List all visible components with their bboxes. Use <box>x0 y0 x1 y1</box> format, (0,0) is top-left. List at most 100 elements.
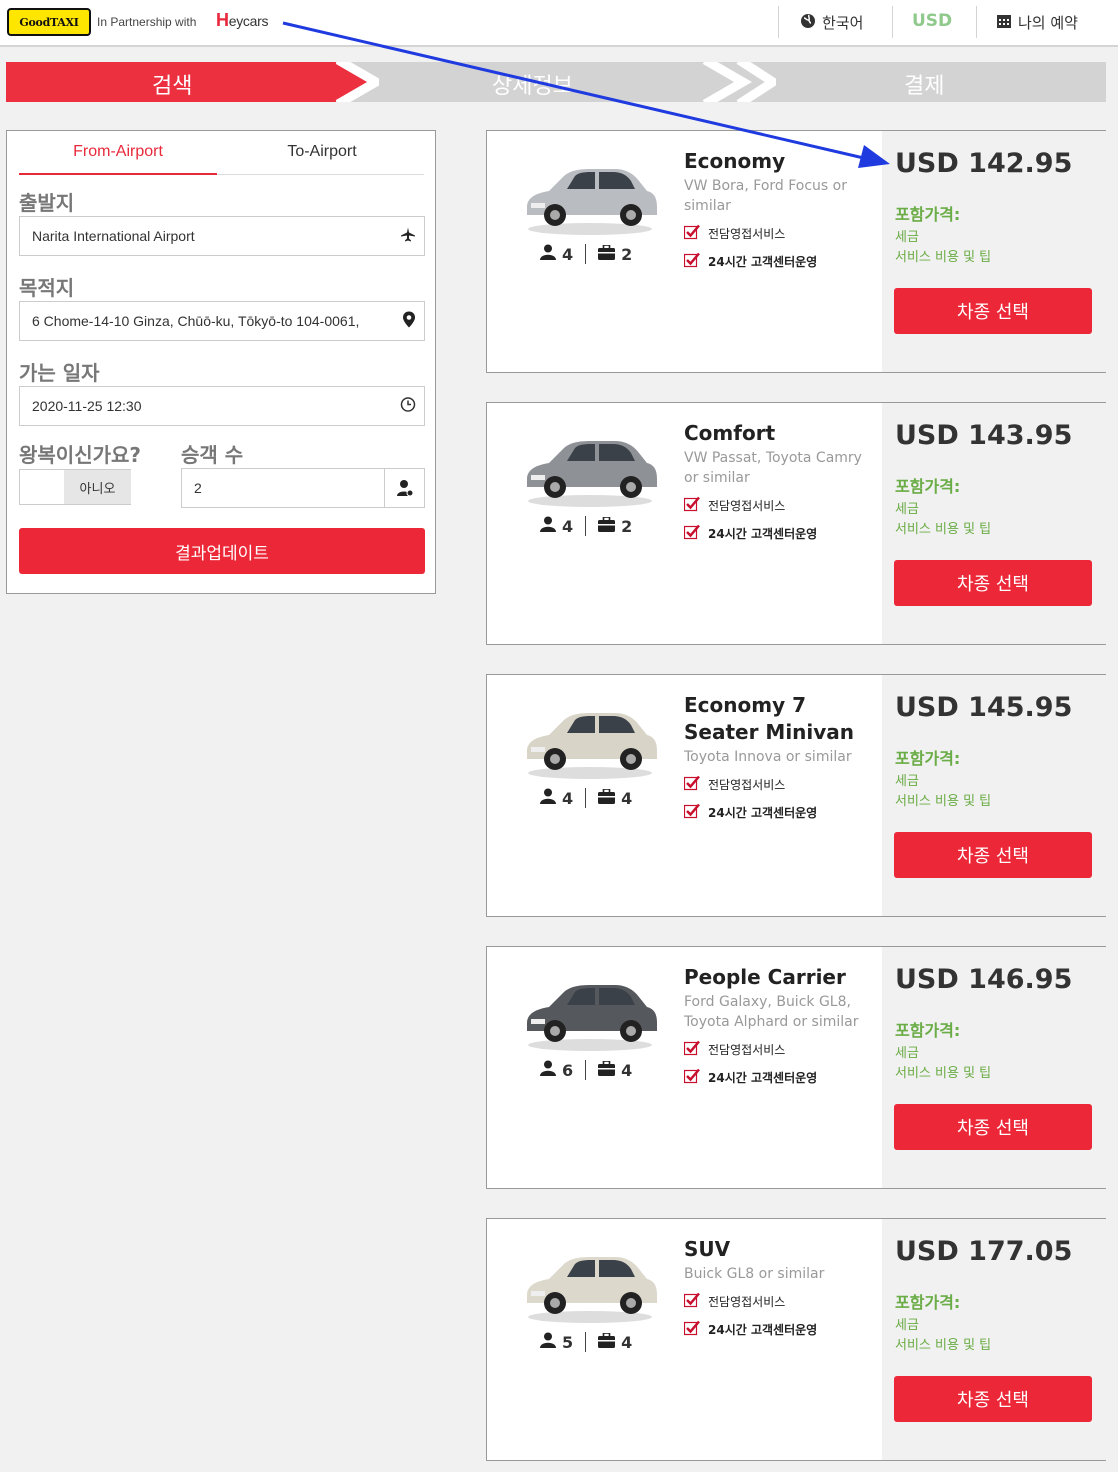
checkbox-checked-icon <box>683 252 700 271</box>
tab-from-airport[interactable]: From-Airport <box>19 143 217 175</box>
passenger-picker-icon[interactable] <box>384 469 424 507</box>
select-vehicle-button[interactable]: 차종 선택 <box>894 832 1092 878</box>
luggage-icon <box>598 243 616 264</box>
airplane-icon <box>400 227 416 246</box>
capacity-info: 5 4 <box>540 1331 633 1352</box>
update-results-button[interactable]: 결과업데이트 <box>19 528 425 574</box>
included-title: 포함가격: <box>895 205 961 224</box>
vehicle-price: USD 142.95 <box>895 148 1073 179</box>
roundtrip-toggle-value: 아니오 <box>64 470 131 504</box>
included-tax: 세금 <box>895 502 919 517</box>
car-image <box>515 965 665 1055</box>
vehicle-card: 4 2 Comfort VW Passat, Toyota Camry or s… <box>486 402 1106 645</box>
partnership-text: In Partnership with <box>97 15 197 29</box>
checkbox-checked-icon <box>683 1292 700 1311</box>
destination-field[interactable]: 6 Chome-14-10 Ginza, Chūō-ku, Tōkyō-to 1… <box>19 301 425 341</box>
passenger-count: 4 <box>562 788 574 808</box>
feature-support-24h: 24시간 고객센터운영 <box>683 1068 817 1087</box>
capacity-info: 4 2 <box>540 243 632 264</box>
included-title: 포함가격: <box>895 1293 961 1312</box>
destination-label: 목적지 <box>19 276 75 300</box>
select-vehicle-button[interactable]: 차종 선택 <box>894 288 1092 334</box>
vehicle-name: People Carrier <box>684 965 846 989</box>
car-image <box>515 693 665 783</box>
passenger-count: 4 <box>562 244 574 264</box>
vehicle-price: USD 145.95 <box>895 692 1073 723</box>
passengers-label: 승객 수 <box>181 443 244 467</box>
capacity-info: 4 2 <box>540 515 633 536</box>
date-field[interactable]: 2020-11-25 12:30 <box>19 386 425 426</box>
my-booking-link[interactable]: 나의 예약 <box>996 12 1078 33</box>
car-image <box>515 1237 665 1327</box>
destination-value: 6 Chome-14-10 Ginza, Chūō-ku, Tōkyō-to 1… <box>32 313 360 329</box>
select-vehicle-button[interactable]: 차종 선택 <box>894 560 1092 606</box>
included-service-tips: 서비스 비용 및 팁 <box>895 1338 992 1353</box>
vehicle-description: VW Bora, Ford Focus or similar <box>684 178 847 214</box>
language-selector[interactable]: 한국어 <box>800 12 863 33</box>
origin-field[interactable]: Narita International Airport <box>19 216 425 256</box>
passenger-count: 5 <box>562 1332 574 1352</box>
luggage-count: 4 <box>621 1332 633 1352</box>
vehicle-name: SUV <box>684 1237 731 1261</box>
vehicle-price: USD 143.95 <box>895 420 1073 451</box>
luggage-icon <box>598 1059 616 1080</box>
luggage-icon <box>598 787 616 808</box>
progress-steps: 검색 상세정보 결제 <box>6 62 1106 102</box>
checkbox-checked-icon <box>683 496 700 515</box>
map-pin-icon <box>402 311 416 331</box>
car-image <box>515 421 665 511</box>
included-title: 포함가격: <box>895 477 961 496</box>
vehicle-name: Economy <box>684 149 786 173</box>
vehicle-description: VW Passat, Toyota Camry or similar <box>684 450 862 486</box>
my-booking-label: 나의 예약 <box>1018 14 1078 32</box>
select-vehicle-button[interactable]: 차종 선택 <box>894 1104 1092 1150</box>
passenger-count: 4 <box>562 516 574 536</box>
included-tax: 세금 <box>895 230 919 245</box>
step-details: 상세정보 <box>492 74 573 99</box>
step-payment: 결제 <box>904 74 945 99</box>
included-title: 포함가격: <box>895 1021 961 1040</box>
included-service-tips: 서비스 비용 및 팁 <box>895 1066 992 1081</box>
car-image <box>515 149 665 239</box>
feature-support-24h: 24시간 고객센터운영 <box>683 524 817 543</box>
passenger-icon <box>540 1332 556 1352</box>
feature-meet-greet: 전담영접서비스 <box>683 1040 785 1059</box>
passenger-icon <box>540 788 556 808</box>
vehicle-description: Buick GL8 or similar <box>684 1266 825 1282</box>
origin-value: Narita International Airport <box>32 228 195 244</box>
currency-selector[interactable]: USD <box>912 11 952 31</box>
passengers-value: 2 <box>194 480 202 496</box>
origin-label: 출발지 <box>19 191 75 215</box>
date-label: 가는 일자 <box>19 361 100 385</box>
feature-meet-greet: 전담영접서비스 <box>683 496 785 515</box>
luggage-count: 2 <box>621 516 633 536</box>
goodtaxi-logo[interactable]: GoodTAXI <box>7 8 91 36</box>
passenger-icon <box>540 244 556 264</box>
passenger-icon <box>540 1060 556 1080</box>
feature-meet-greet: 전담영접서비스 <box>683 1292 785 1311</box>
feature-support-24h: 24시간 고객센터운영 <box>683 1320 817 1339</box>
vehicle-card: 4 4 Economy 7 Seater Minivan Toyota Inno… <box>486 674 1106 917</box>
roundtrip-toggle[interactable]: 아니오 <box>19 469 131 505</box>
heycars-logo: Heycars <box>216 10 269 30</box>
date-value: 2020-11-25 12:30 <box>32 398 142 414</box>
checkbox-checked-icon <box>683 524 700 543</box>
tab-to-airport[interactable]: To-Airport <box>223 143 421 175</box>
globe-icon <box>800 13 816 33</box>
checkbox-checked-icon <box>683 775 700 794</box>
luggage-count: 4 <box>621 1060 633 1080</box>
language-label: 한국어 <box>822 14 864 32</box>
clock-icon <box>400 397 416 416</box>
passenger-count: 6 <box>562 1060 574 1080</box>
select-vehicle-button[interactable]: 차종 선택 <box>894 1376 1092 1422</box>
included-service-tips: 서비스 비용 및 팁 <box>895 522 992 537</box>
capacity-info: 4 4 <box>540 787 632 808</box>
included-service-tips: 서비스 비용 및 팁 <box>895 794 992 809</box>
passengers-field[interactable]: 2 <box>181 468 425 508</box>
vehicle-description: Toyota Innova or similar <box>684 749 852 765</box>
included-title: 포함가격: <box>895 749 961 768</box>
checkbox-checked-icon <box>683 1068 700 1087</box>
top-bar: GoodTAXI In Partnership with Heycars 한국어… <box>0 0 1118 47</box>
vehicle-price: USD 177.05 <box>895 1236 1073 1267</box>
checkbox-checked-icon <box>683 1320 700 1339</box>
